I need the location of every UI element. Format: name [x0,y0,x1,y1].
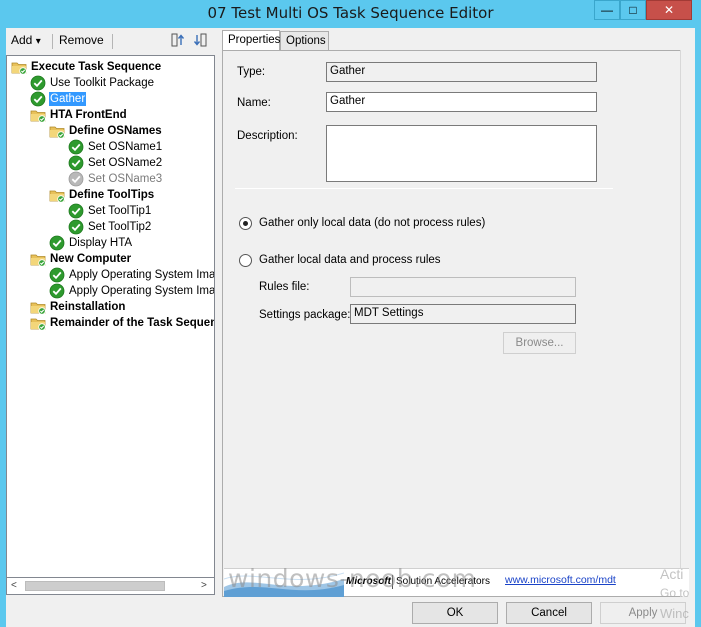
tree-node-label: Set OSName3 [88,173,163,185]
scrollbar-thumb[interactable] [25,581,165,591]
minimize-button[interactable]: — [594,0,620,20]
description-label: Description: [237,130,298,142]
activation-text-2: Go to [660,586,690,600]
tree-node-label: Set ToolTip2 [88,221,152,233]
tree-toolbar: Add ▾ Remove [6,28,216,54]
tree-node-label: Set OSName2 [88,157,163,169]
type-label: Type: [237,66,266,78]
check-icon [49,267,65,283]
radio-local-rules-label[interactable]: Gather local data and process rules [259,254,441,266]
tree-node-label: New Computer [50,253,132,265]
tree-node-label: HTA FrontEnd [50,109,127,121]
task-sequence-tree[interactable]: Execute Task Sequence Use Toolkit Package… [6,55,215,595]
check-icon [30,75,46,91]
add-menu-button[interactable]: Add ▾ [11,33,41,47]
activation-text-1: Acti [660,566,684,582]
description-textarea[interactable] [326,125,597,182]
name-label: Name: [237,97,271,109]
check-icon [68,219,84,235]
tree-node-label: Apply Operating System Image [69,269,215,281]
close-button[interactable]: ✕ [646,0,692,20]
name-input[interactable]: Gather [326,92,597,112]
folder-icon [30,315,46,331]
editor-client-area: Add ▾ Remove Execute Task Sequence Use To… [6,28,695,627]
maximize-button[interactable]: □ [620,0,646,20]
tab-properties[interactable]: Properties [222,30,280,52]
type-field: Gather [326,62,597,82]
tree-node-label: Display HTA [69,237,133,249]
check-icon [49,235,65,251]
tree-node-label: Reinstallation [50,301,126,313]
site-watermark: windows-noob.com [228,564,477,593]
folder-icon [30,299,46,315]
toolbar-divider [112,34,113,49]
panel-vertical-scrollbar[interactable] [680,50,690,597]
folder-icon [49,123,65,139]
check-icon [49,283,65,299]
settings-package-field: MDT Settings [350,304,576,324]
folder-icon [30,251,46,267]
check-icon [30,91,46,107]
tree-node-label: Define OSNames [69,125,162,137]
folder-icon [49,187,65,203]
folder-icon [30,107,46,123]
radio-local-only[interactable] [239,217,252,230]
add-label: Add [11,33,33,47]
toolbar-divider [52,34,53,49]
cancel-button[interactable]: Cancel [506,602,592,624]
folder-icon [11,59,27,75]
browse-button[interactable]: Browse... [503,332,576,354]
chevron-down-icon: ▾ [35,36,41,47]
ok-button[interactable]: OK [412,602,498,624]
rules-file-input[interactable] [350,277,576,297]
radio-selected-dot [243,221,248,226]
tree-node-label: Set ToolTip1 [88,205,152,217]
tree-horizontal-scrollbar[interactable]: < > [6,577,215,595]
properties-panel: Type: Gather Name: Gather Description: G… [222,50,689,597]
settings-package-label: Settings package: [259,309,351,321]
check-icon [68,139,84,155]
tree-node-label: Gather [49,92,87,106]
move-up-icon[interactable] [170,32,186,48]
check-icon [68,155,84,171]
activation-text-3: Winc [660,606,689,621]
remove-button[interactable]: Remove [59,33,104,47]
tree-node-label: Execute Task Sequence [31,61,162,73]
radio-local-only-label[interactable]: Gather only local data (do not process r… [259,217,485,229]
tree-node-label: Remainder of the Task Sequence [50,317,215,329]
tree-node-label: Use Toolkit Package [50,77,154,89]
radio-local-rules[interactable] [239,254,252,267]
scroll-right-icon[interactable]: > [201,580,207,591]
tree-node-label: Apply Operating System Image [69,285,215,297]
tab-options[interactable]: Options [280,31,329,51]
tree-node-label: Define ToolTips [69,189,155,201]
title-bar: 07 Test Multi OS Task Sequence Editor — … [0,0,701,28]
check-icon [68,171,84,187]
move-down-icon[interactable] [192,32,208,48]
rules-file-label: Rules file: [259,281,310,293]
section-divider [235,188,613,189]
tree-node-label: Set OSName1 [88,141,163,153]
check-icon [68,203,84,219]
scroll-left-icon[interactable]: < [11,580,17,591]
mdt-link[interactable]: www.microsoft.com/mdt [505,574,616,586]
